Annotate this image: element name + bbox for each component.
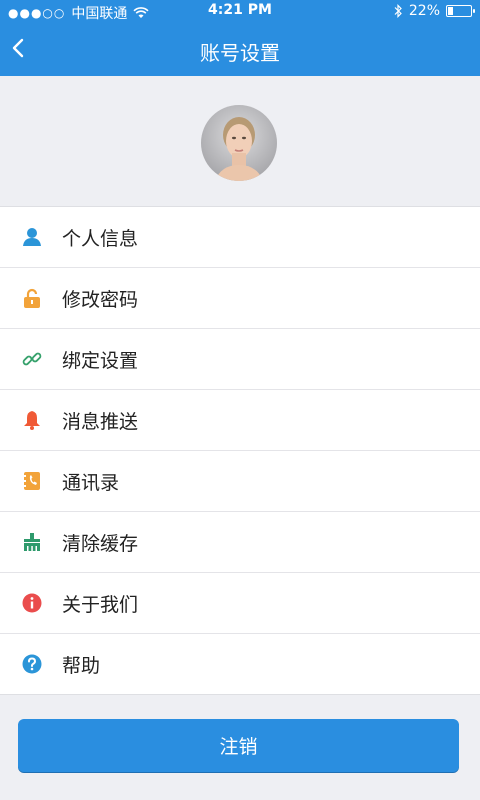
menu-item[interactable]: 个人信息 (0, 207, 480, 268)
logout-button[interactable]: 注销 (18, 719, 459, 772)
contacts-icon (22, 471, 42, 491)
info-icon (22, 593, 42, 613)
navigation-bar: 账号设置 (0, 24, 480, 76)
menu-item-label: 关于我们 (62, 594, 139, 616)
menu-item[interactable]: 绑定设置 (0, 329, 480, 390)
lock-icon (22, 288, 42, 308)
bluetooth-icon (394, 4, 402, 18)
battery-icon (446, 5, 475, 17)
avatar[interactable] (201, 105, 277, 181)
app-header: ●●●○○ 中国联通 4:21 PM 22% 账号设置 (0, 0, 480, 76)
menu-item[interactable]: 修改密码 (0, 268, 480, 329)
link-icon (22, 349, 42, 369)
profile-photo (201, 105, 277, 181)
menu-item[interactable]: 关于我们 (0, 573, 480, 634)
menu-item-label: 帮助 (62, 655, 101, 677)
menu-item-label: 绑定设置 (62, 350, 139, 372)
menu-item-label: 通讯录 (62, 472, 120, 494)
avatar-section (0, 76, 480, 206)
menu-item-label: 修改密码 (62, 289, 139, 311)
status-bar: ●●●○○ 中国联通 4:21 PM 22% (0, 0, 480, 24)
page-title: 账号设置 (200, 41, 280, 65)
help-icon (22, 654, 42, 674)
brush-icon (22, 532, 42, 552)
battery-percent: 22% (408, 3, 440, 19)
settings-menu: 个人信息修改密码绑定设置消息推送通讯录清除缓存关于我们帮助 (0, 206, 480, 695)
bell-icon (22, 410, 42, 430)
menu-item-label: 消息推送 (62, 411, 139, 433)
menu-item[interactable]: 通讯录 (0, 451, 480, 512)
menu-item[interactable]: 消息推送 (0, 390, 480, 451)
menu-item-label: 个人信息 (62, 228, 139, 250)
menu-item-label: 清除缓存 (62, 533, 139, 555)
menu-item[interactable]: 帮助 (0, 634, 480, 694)
person-icon (22, 227, 42, 247)
menu-item[interactable]: 清除缓存 (0, 512, 480, 573)
